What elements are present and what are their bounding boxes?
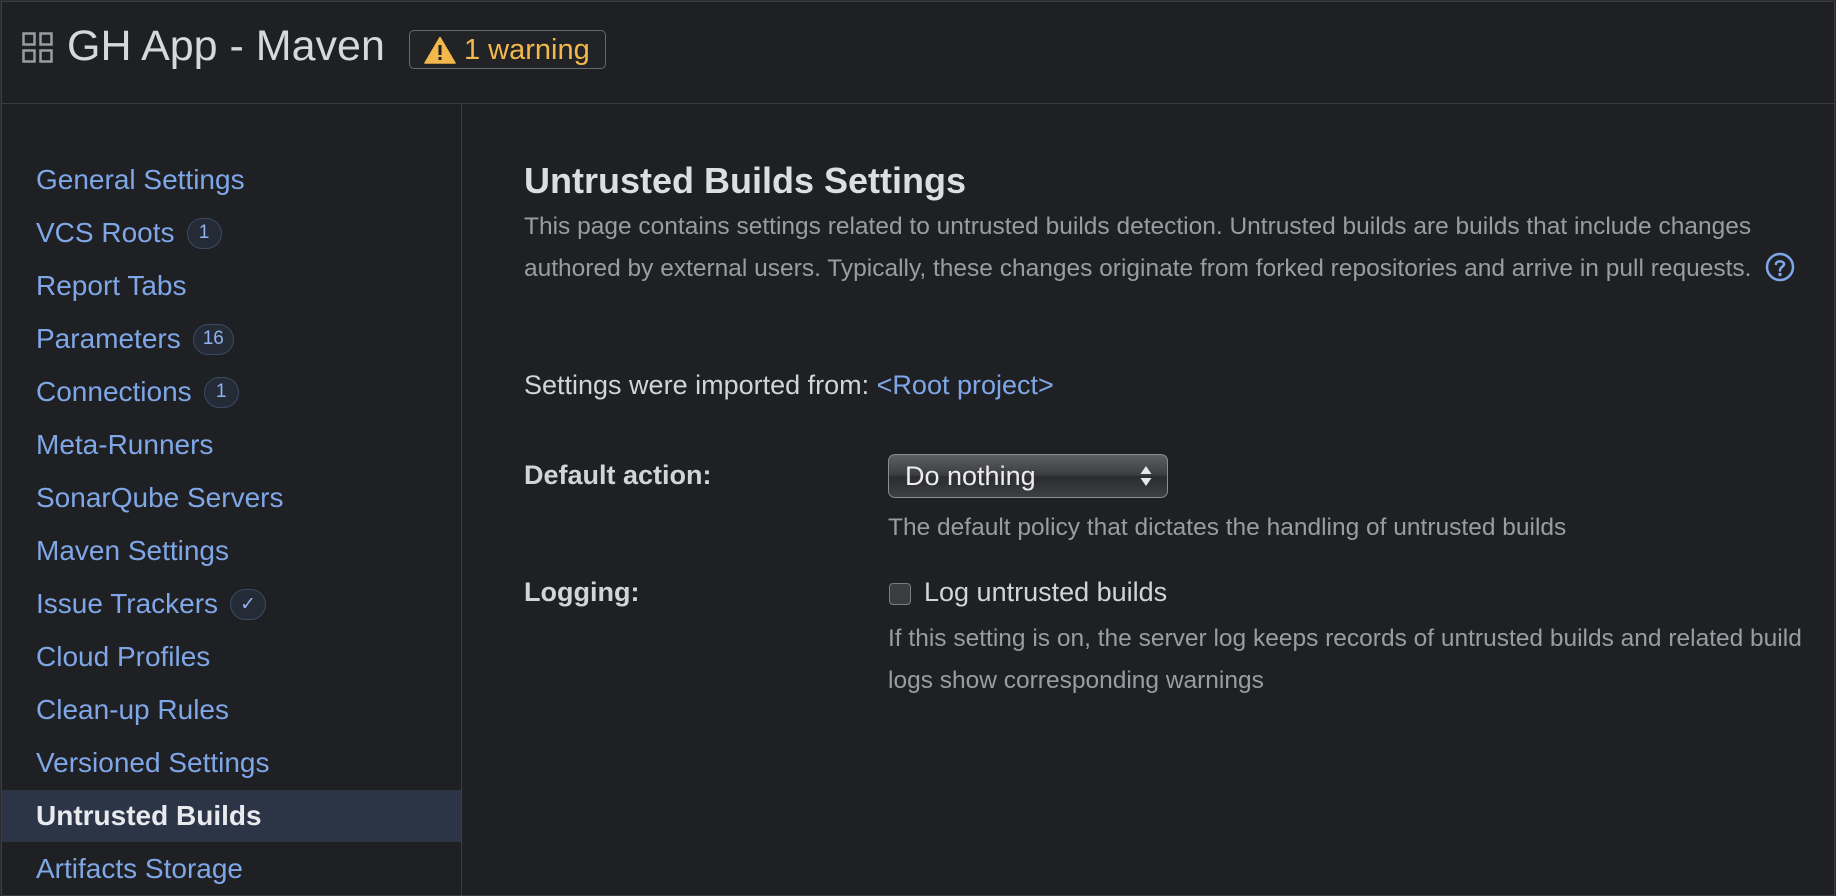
select-arrows-icon [1140, 466, 1152, 486]
sidebar-item-general-settings[interactable]: General Settings [2, 154, 461, 206]
sidebar-item-label: Maven Settings [36, 535, 229, 566]
default-action-label: Default action: [524, 460, 712, 490]
sidebar-item-label: Parameters [36, 323, 181, 354]
root-project-link[interactable]: <Root project> [877, 370, 1054, 400]
logging-hint: If this setting is on, the server log ke… [888, 625, 1802, 694]
sidebar-item-label: Report Tabs [36, 270, 187, 301]
sidebar-item-cloud-profiles[interactable]: Cloud Profiles [2, 631, 461, 683]
sidebar-item-report-tabs[interactable]: Report Tabs [2, 260, 461, 312]
header: GH App - Maven 1 warning [2, 2, 1834, 104]
sidebar-item-artifacts-storage[interactable]: Artifacts Storage [2, 843, 461, 895]
count-badge: 16 [192, 323, 234, 355]
sidebar-item-label: Versioned Settings [36, 747, 270, 778]
sidebar-item-sonarqube-servers[interactable]: SonarQube Servers [2, 472, 461, 524]
app-window: GH App - Maven 1 warning General Setting… [1, 1, 1835, 896]
grid-icon [22, 32, 53, 63]
warning-text: 1 warning [464, 33, 590, 66]
default-action-value: Do nothing [905, 460, 1036, 491]
sidebar-item-label: General Settings [36, 164, 245, 195]
sidebar-item-label: Cloud Profiles [36, 641, 211, 672]
log-untrusted-builds-checkbox[interactable] [889, 583, 911, 605]
main-content: Untrusted Builds Settings This page cont… [462, 104, 1834, 895]
sidebar-item-label: Clean-up Rules [36, 694, 229, 725]
sidebar-item-maven-settings[interactable]: Maven Settings [2, 525, 461, 577]
sidebar: General Settings VCS Roots 1 Report Tabs… [2, 104, 462, 895]
log-untrusted-builds-label[interactable]: Log untrusted builds [924, 577, 1167, 608]
sidebar-item-label: Connections [36, 376, 192, 407]
warning-triangle-icon [424, 36, 456, 64]
help-circle-icon[interactable] [1765, 252, 1795, 282]
default-action-hint: The default policy that dictates the han… [888, 514, 1567, 541]
imported-from-row: Settings were imported from: <Root proje… [524, 370, 1054, 401]
imported-from-label: Settings were imported from: [524, 370, 870, 400]
sidebar-item-label: VCS Roots [36, 217, 175, 248]
page-title: Untrusted Builds Settings [524, 160, 967, 201]
default-action-select[interactable]: Do nothing [888, 454, 1168, 498]
count-badge: 1 [203, 376, 239, 408]
sidebar-item-label: Artifacts Storage [36, 853, 243, 884]
logging-label: Logging: [524, 577, 640, 607]
sidebar-item-untrusted-builds[interactable]: Untrusted Builds [2, 790, 461, 842]
sidebar-item-label: SonarQube Servers [36, 482, 284, 513]
sidebar-item-versioned-settings[interactable]: Versioned Settings [2, 737, 461, 789]
count-badge: 1 [186, 217, 222, 249]
sidebar-item-issue-trackers[interactable]: Issue Trackers ✓ [2, 578, 461, 630]
sidebar-item-label: Issue Trackers [36, 588, 219, 619]
sidebar-item-vcs-roots[interactable]: VCS Roots 1 [2, 207, 461, 259]
page-description: This page contains settings related to u… [524, 206, 1824, 290]
app-title: GH App - Maven [67, 22, 385, 70]
sidebar-item-clean-up-rules[interactable]: Clean-up Rules [2, 684, 461, 736]
sidebar-item-connections[interactable]: Connections 1 [2, 366, 461, 418]
warning-badge[interactable]: 1 warning [409, 30, 606, 69]
sidebar-item-meta-runners[interactable]: Meta-Runners [2, 419, 461, 471]
sidebar-item-label: Meta-Runners [36, 429, 214, 460]
description-text: This page contains settings related to u… [524, 213, 1752, 282]
sidebar-item-parameters[interactable]: Parameters 16 [2, 313, 461, 365]
sidebar-item-label: Untrusted Builds [36, 800, 262, 831]
check-badge: ✓ [230, 588, 266, 620]
